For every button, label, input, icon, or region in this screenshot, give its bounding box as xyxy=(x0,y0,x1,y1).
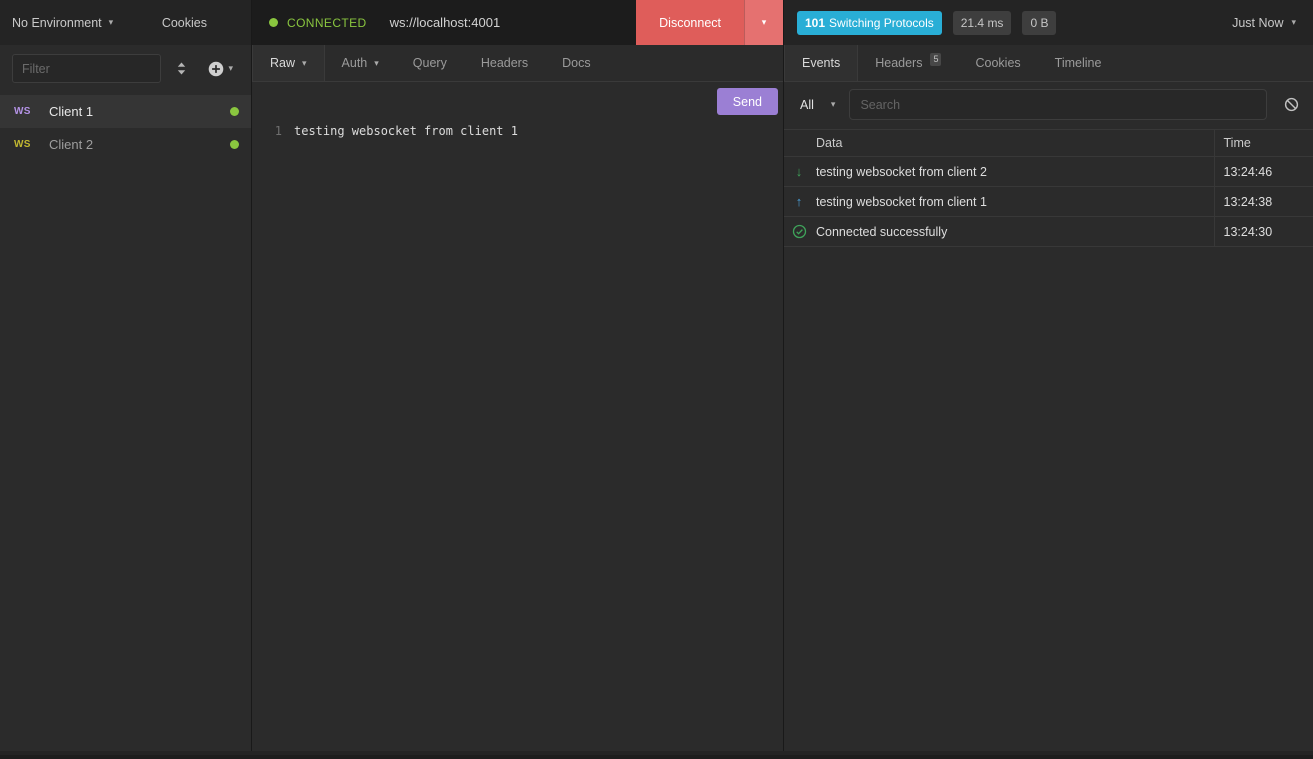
ws-method-label: WS xyxy=(14,139,49,150)
event-data-cell: testing websocket from client 2 xyxy=(807,157,1214,187)
clear-events-button[interactable] xyxy=(1282,95,1301,114)
editor-line-number: 1 xyxy=(252,124,294,751)
event-row-sent[interactable]: ↑ testing websocket from client 1 13:24:… xyxy=(784,187,1313,217)
event-time-cell: 13:24:30 xyxy=(1214,217,1313,247)
chevron-down-icon: ▾ xyxy=(109,17,114,28)
event-type-value: All xyxy=(800,98,814,112)
chevron-down-icon: ▾ xyxy=(302,58,307,69)
chevron-down-icon: ▾ xyxy=(374,58,379,69)
tab-cookies[interactable]: Cookies xyxy=(958,45,1037,81)
sidebar-header: No Environment ▾ Cookies xyxy=(0,0,251,45)
tab-docs[interactable]: Docs xyxy=(545,45,607,81)
request-list: WS Client 1 WS Client 2 xyxy=(0,95,251,751)
connected-dot-icon xyxy=(269,18,278,27)
ban-icon xyxy=(1284,97,1299,112)
chevron-down-icon: ▾ xyxy=(831,99,836,110)
response-meta-bar: 101 Switching Protocols 21.4 ms 0 B Just … xyxy=(784,0,1313,45)
response-panel: 101 Switching Protocols 21.4 ms 0 B Just … xyxy=(784,0,1313,751)
request-url-bar: CONNECTED ws://localhost:4001 Disconnect… xyxy=(252,0,783,45)
chevron-down-icon: ▾ xyxy=(228,63,233,74)
tab-label: Cookies xyxy=(975,56,1020,70)
tab-label: Headers xyxy=(481,56,528,70)
connected-check-icon xyxy=(792,224,807,239)
response-size-badge: 0 B xyxy=(1022,11,1056,35)
tab-timeline[interactable]: Timeline xyxy=(1038,45,1119,81)
filter-input[interactable] xyxy=(12,54,161,83)
icon-column-header xyxy=(784,130,807,157)
event-icon-cell: ↑ xyxy=(784,187,807,217)
status-code: 101 xyxy=(805,16,825,30)
request-item-client-1[interactable]: WS Client 1 xyxy=(0,95,251,128)
tab-auth[interactable]: Auth ▾ xyxy=(325,45,396,81)
events-table-header-row: Data Time xyxy=(784,130,1313,157)
status-text: Switching Protocols xyxy=(829,16,934,30)
events-filter-row: All ▾ xyxy=(784,82,1313,127)
event-icon-cell xyxy=(784,217,807,247)
request-panel: CONNECTED ws://localhost:4001 Disconnect… xyxy=(252,0,784,751)
tab-label: Events xyxy=(802,56,840,70)
add-request-button[interactable]: ▾ xyxy=(202,57,239,81)
tab-response-headers[interactable]: Headers 5 xyxy=(858,45,958,81)
event-icon-cell: ↓ xyxy=(784,157,807,187)
response-tabbar: Events Headers 5 Cookies Timeline xyxy=(784,45,1313,82)
sort-requests-button[interactable] xyxy=(170,58,193,79)
websocket-url[interactable]: ws://localhost:4001 xyxy=(390,15,501,30)
request-name: Client 1 xyxy=(49,104,230,119)
message-received-icon: ↓ xyxy=(796,164,803,179)
tab-label: Headers xyxy=(875,56,922,70)
chevron-down-icon: ▾ xyxy=(1291,17,1296,28)
recency-label: Just Now xyxy=(1232,16,1283,30)
tab-label: Auth xyxy=(342,56,368,70)
request-item-client-2[interactable]: WS Client 2 xyxy=(0,128,251,161)
editor-code: testing websocket from client 1 xyxy=(294,124,518,751)
tab-headers[interactable]: Headers xyxy=(464,45,545,81)
app-window: No Environment ▾ Cookies ▾ WS Client 1 W… xyxy=(0,0,1313,755)
tab-label: Query xyxy=(413,56,447,70)
tab-label: Timeline xyxy=(1055,56,1102,70)
history-dropdown[interactable]: Just Now ▾ xyxy=(1232,16,1300,30)
tab-label: Raw xyxy=(270,56,295,70)
event-time-cell: 13:24:46 xyxy=(1214,157,1313,187)
time-column-header: Time xyxy=(1214,130,1313,157)
tab-label: Docs xyxy=(562,56,590,70)
connection-status-label: CONNECTED xyxy=(287,16,367,30)
event-row-connected[interactable]: Connected successfully 13:24:30 xyxy=(784,217,1313,247)
tab-body-type[interactable]: Raw ▾ xyxy=(252,45,325,81)
request-name: Client 2 xyxy=(49,137,230,152)
event-time-cell: 13:24:38 xyxy=(1214,187,1313,217)
sort-icon xyxy=(176,62,187,75)
environment-label: No Environment xyxy=(12,16,102,30)
cookies-button[interactable]: Cookies xyxy=(162,16,207,30)
event-data-cell: testing websocket from client 1 xyxy=(807,187,1214,217)
tab-events[interactable]: Events xyxy=(784,45,858,81)
sidebar-filter-row: ▾ xyxy=(0,45,251,90)
message-sent-icon: ↑ xyxy=(796,194,803,209)
tab-query[interactable]: Query xyxy=(396,45,464,81)
plus-circle-icon xyxy=(208,61,224,77)
environment-selector[interactable]: No Environment ▾ xyxy=(12,16,113,30)
event-row-received[interactable]: ↓ testing websocket from client 2 13:24:… xyxy=(784,157,1313,187)
headers-count-badge: 5 xyxy=(930,53,941,66)
connection-status-dot xyxy=(230,107,239,116)
send-button[interactable]: Send xyxy=(717,88,778,115)
event-type-select[interactable]: All ▾ xyxy=(798,98,837,112)
message-editor[interactable]: 1 testing websocket from client 1 xyxy=(252,119,783,751)
status-badge: 101 Switching Protocols xyxy=(797,11,942,35)
request-tabbar: Raw ▾ Auth ▾ Query Headers Docs xyxy=(252,45,783,82)
disconnect-options-button[interactable]: ▾ xyxy=(744,0,783,45)
data-column-header: Data xyxy=(807,130,1214,157)
connection-status-dot xyxy=(230,140,239,149)
events-table: Data Time ↓ testing websocket from clien… xyxy=(784,129,1313,247)
event-data-cell: Connected successfully xyxy=(807,217,1214,247)
disconnect-button[interactable]: Disconnect xyxy=(636,0,744,45)
send-row: Send xyxy=(252,82,783,119)
events-search-input[interactable] xyxy=(849,89,1267,120)
sidebar: No Environment ▾ Cookies ▾ WS Client 1 W… xyxy=(0,0,252,751)
ws-method-label: WS xyxy=(14,106,49,117)
chevron-down-icon: ▾ xyxy=(762,17,767,28)
response-time-badge: 21.4 ms xyxy=(953,11,1012,35)
disconnect-split-button: Disconnect ▾ xyxy=(636,0,783,45)
